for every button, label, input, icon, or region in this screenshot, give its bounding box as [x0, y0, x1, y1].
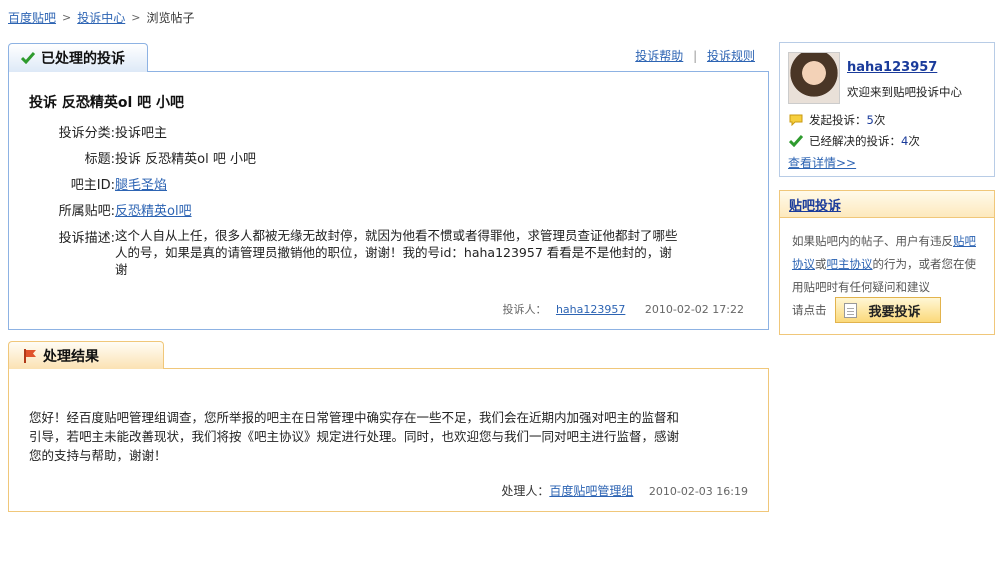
tieba-complaint-header[interactable]: 贴吧投诉 — [780, 191, 994, 218]
complaints-resolved-stat: 已经解决的投诉： 4 次 — [789, 133, 920, 149]
stat1-label: 发起投诉： — [809, 113, 867, 127]
welcome-text: 欢迎来到贴吧投诉中心 — [847, 85, 962, 99]
avatar[interactable] — [788, 52, 840, 104]
complaint-rules-link[interactable]: 投诉规则 — [707, 49, 755, 63]
tieba-complaint-text: 如果贴吧内的帖子、用户有违反贴吧协议或吧主协议的行为，或者您在使用贴吧时有任何疑… — [792, 230, 978, 299]
complaint-heading: 投诉 反恐精英ol 吧 小吧 — [29, 95, 185, 111]
breadcrumb-separator: > — [62, 11, 72, 24]
owner-link[interactable]: 腿毛圣焰 — [115, 174, 167, 193]
description-value: 这个人自从上任，很多人都被无缘无故封停，就因为他看不惯或者得罪他，求管理员查证他… — [115, 228, 678, 277]
category-label: 投诉分类: — [58, 126, 115, 141]
stat1-value: 5 — [866, 113, 874, 127]
document-icon — [843, 302, 857, 318]
owner-row: 吧主ID: 腿毛圣焰 — [29, 174, 167, 193]
forum-label: 所属贴吧: — [58, 204, 115, 219]
description-row: 投诉描述: 这个人自从上任，很多人都被无缘无故封停，就因为他看不惯或者得罪他，求… — [29, 227, 680, 278]
breadcrumb-tieba-link[interactable]: 百度贴吧 — [8, 9, 56, 26]
handler-label: 处理人： — [501, 484, 550, 498]
stat2-label: 已经解决的投诉： — [809, 134, 901, 148]
report-button[interactable]: 我要投诉 — [834, 297, 941, 323]
username-link[interactable]: haha123957 — [847, 60, 937, 75]
result-box: 您好！经百度贴吧管理组调查，您所举报的吧主在日常管理中确实存在一些不足，我们会在… — [8, 368, 769, 512]
complainant-label: 投诉人： — [502, 303, 547, 316]
speech-bubble-icon — [789, 114, 803, 126]
complaint-box: 投诉 反恐精英ol 吧 小吧 投诉分类: 投诉吧主 标题: 投诉 反恐精英ol … — [8, 71, 769, 330]
handler-link[interactable]: 百度贴吧管理组 — [549, 484, 633, 498]
tieba-text-1: 如果贴吧内的帖子、用户有违反 — [792, 234, 953, 248]
report-row: 请点击 我要投诉 — [792, 297, 941, 323]
complaint-meta: 投诉人： haha123957 2010-02-02 17:22 — [502, 301, 744, 317]
flag-icon — [24, 349, 36, 363]
report-prompt: 请点击 — [792, 303, 827, 317]
title-value: 投诉 反恐精英ol 吧 小吧 — [115, 152, 256, 167]
result-tab-title: 处理结果 — [43, 348, 99, 365]
breadcrumb-separator: > — [131, 11, 141, 24]
owner-label: 吧主ID: — [70, 178, 115, 193]
complaint-time: 2010-02-02 17:22 — [644, 303, 744, 316]
forum-link[interactable]: 反恐精英ol吧 — [115, 200, 192, 219]
breadcrumb-current: 浏览帖子 — [146, 11, 195, 25]
result-text: 您好！经百度贴吧管理组调查，您所举报的吧主在日常管理中确实存在一些不足，我们会在… — [29, 410, 680, 463]
forum-row: 所属贴吧: 反恐精英ol吧 — [29, 200, 192, 219]
complaints-launched-stat: 发起投诉： 5 次 — [789, 112, 885, 128]
complainant-link[interactable]: haha123957 — [556, 303, 625, 316]
title-row: 标题: 投诉 反恐精英ol 吧 小吧 — [29, 148, 256, 167]
user-card: haha123957 欢迎来到贴吧投诉中心 发起投诉： 5 次 已经解决的投诉： 4 次… — [779, 42, 995, 177]
complaint-tab: 已处理的投诉 — [8, 43, 148, 72]
title-label: 标题: — [84, 152, 115, 167]
stat1-unit: 次 — [873, 113, 886, 127]
result-tab: 处理结果 — [8, 341, 164, 369]
report-button-label: 我要投诉 — [868, 304, 921, 320]
description-label: 投诉描述: — [58, 231, 115, 246]
complaint-tab-title: 已处理的投诉 — [41, 51, 125, 67]
category-row: 投诉分类: 投诉吧主 — [29, 122, 167, 141]
stat2-value: 4 — [901, 134, 909, 148]
category-value: 投诉吧主 — [115, 126, 168, 141]
view-details-link[interactable]: 查看详情>> — [788, 154, 856, 171]
result-meta: 处理人：百度贴吧管理组 2010-02-03 16:19 — [501, 482, 748, 499]
breadcrumb-complaint-center-link[interactable]: 投诉中心 — [77, 9, 125, 26]
complaint-help-links: 投诉帮助 | 投诉规则 — [635, 47, 755, 64]
link-divider: | — [693, 49, 698, 63]
stat2-unit: 次 — [908, 134, 920, 148]
complaint-panel: 已处理的投诉 投诉帮助 | 投诉规则 投诉 反恐精英ol 吧 小吧 投诉分类: … — [8, 43, 769, 330]
check-icon — [21, 52, 35, 64]
tieba-complaint-card: 贴吧投诉 如果贴吧内的帖子、用户有违反贴吧协议或吧主协议的行为，或者您在使用贴吧… — [779, 190, 995, 335]
owner-agreement-link[interactable]: 吧主协议 — [827, 257, 873, 271]
complaint-help-link[interactable]: 投诉帮助 — [635, 49, 683, 63]
check-icon — [789, 135, 803, 147]
breadcrumb: 百度贴吧 > 投诉中心 > 浏览帖子 — [8, 9, 194, 26]
tieba-text-2: 或 — [815, 257, 827, 271]
result-time: 2010-02-03 16:19 — [648, 485, 748, 498]
result-panel: 处理结果 您好！经百度贴吧管理组调查，您所举报的吧主在日常管理中确实存在一些不足… — [8, 341, 769, 512]
